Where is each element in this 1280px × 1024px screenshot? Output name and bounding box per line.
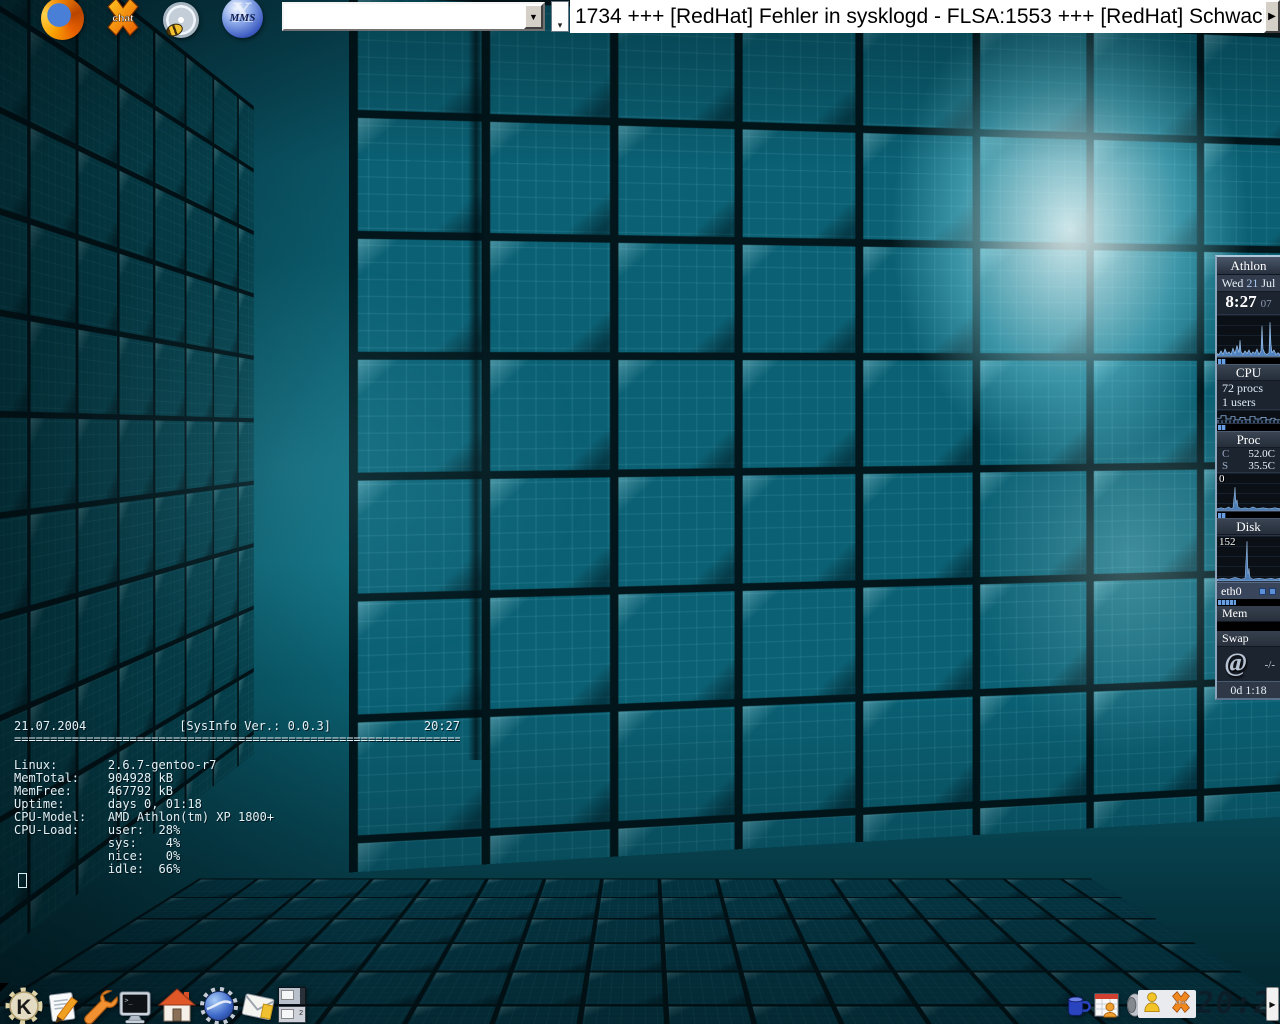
swap-at-logo: @ bbox=[1225, 648, 1247, 678]
sysinfo-overlay: 21.07.2004 [SysInfo Ver.: 0.0.3] 20:27 =… bbox=[14, 720, 460, 876]
temp-sys-value: 35.5C bbox=[1248, 460, 1275, 472]
xchat-label: chat bbox=[112, 14, 134, 25]
proc-label: Proc bbox=[1217, 431, 1280, 448]
proc-chart bbox=[1217, 409, 1280, 424]
gkrellm-monitor: Athlon Wed 21 Jul 8:27 07 CPU 72 procs 1… bbox=[1215, 255, 1280, 700]
procs-count: 72 procs bbox=[1217, 381, 1280, 395]
temp-cpu-value: 52.0C bbox=[1248, 448, 1275, 460]
kmenu-letter: K bbox=[16, 996, 31, 1019]
sysinfo-header: 21.07.2004 [SysInfo Ver.: 0.0.3] 20:27 bbox=[14, 720, 460, 733]
combobox-dropdown-icon[interactable]: ▼ bbox=[524, 4, 543, 29]
gkrellm-clock: 8:27 07 bbox=[1217, 292, 1280, 314]
desktop-pager: 1 2 bbox=[278, 987, 306, 1023]
kmenu-icon[interactable]: K bbox=[4, 986, 44, 1024]
gkrellm-date: Wed 21 Jul bbox=[1217, 275, 1280, 292]
temp-cpu-key: C bbox=[1222, 448, 1229, 460]
xchat-tray-label: chat bbox=[1176, 999, 1187, 1005]
sysinfo-body: Linux: 2.6.7-gentoo-r7 MemTotal: 904928 … bbox=[14, 759, 460, 876]
wallpaper-corner bbox=[468, 0, 484, 760]
pager-window-thumb bbox=[281, 990, 294, 1000]
mem-meter bbox=[1217, 622, 1280, 631]
temp-cpu-row: C 52.0C bbox=[1217, 448, 1280, 460]
xchat-tray-icon[interactable]: chat bbox=[1168, 989, 1194, 1020]
cpu-label: CPU bbox=[1217, 364, 1280, 381]
system-tray: chat bbox=[1138, 990, 1196, 1018]
temp-sys-row: S 35.5C bbox=[1217, 460, 1280, 472]
pager-desktop-1[interactable]: 1 bbox=[278, 987, 306, 1005]
spinner-down-icon[interactable]: ▾ bbox=[558, 20, 563, 31]
date-day: 21 bbox=[1246, 276, 1258, 290]
organizer-tray-icon[interactable] bbox=[1092, 990, 1122, 1020]
eth0-rx-led bbox=[1259, 588, 1266, 595]
swap-panel: @ -/- bbox=[1217, 647, 1280, 681]
pager-desktop-2[interactable]: 2 bbox=[278, 1006, 306, 1024]
mem-label: Mem bbox=[1217, 606, 1280, 622]
url-combobox[interactable]: ▼ bbox=[282, 2, 545, 31]
sysinfo-separator: ========================================… bbox=[14, 733, 460, 746]
konqueror-icon[interactable] bbox=[198, 986, 240, 1024]
date-month: Jul bbox=[1261, 276, 1275, 290]
desktop: chat X MMS ▼ ▾ 1734 +++ [RedHat] Fehler … bbox=[0, 0, 1280, 1024]
pager-1-number: 1 bbox=[299, 991, 303, 998]
eth0-tx-led bbox=[1269, 588, 1276, 595]
eth0-panel: eth0 bbox=[1217, 582, 1280, 599]
swap-label: Swap bbox=[1217, 631, 1280, 647]
xchat-icon[interactable]: chat bbox=[100, 0, 146, 40]
date-dow: Wed bbox=[1222, 276, 1244, 290]
disk-label: Disk bbox=[1217, 518, 1280, 535]
disk-zero-chart: 0 bbox=[1217, 472, 1280, 511]
sysinfo-date: 21.07.2004 bbox=[14, 720, 86, 733]
proc-krell bbox=[1217, 424, 1280, 431]
news-ticker-text: 1734 +++ [RedHat] Fehler in sysklogd - F… bbox=[570, 5, 1264, 29]
pager-window-thumb bbox=[281, 1009, 294, 1019]
home-icon[interactable] bbox=[156, 986, 198, 1024]
cpu-krell bbox=[1217, 358, 1280, 365]
disk-krell bbox=[1217, 512, 1280, 519]
clock-hm: 8:27 bbox=[1225, 292, 1256, 311]
sysinfo-time: 20:27 bbox=[424, 720, 460, 733]
cpu-chart bbox=[1217, 314, 1280, 357]
mem-krell bbox=[1217, 599, 1280, 606]
kmail-icon[interactable] bbox=[238, 988, 280, 1024]
sysinfo-title: [SysInfo Ver.: 0.0.3] bbox=[86, 720, 424, 733]
clock-seconds: 07 bbox=[1261, 298, 1272, 310]
news-ticker[interactable]: 1734 +++ [RedHat] Fehler in sysklogd - F… bbox=[570, 0, 1264, 33]
konsole-prompt: >_ bbox=[125, 996, 133, 1004]
cd-burner-icon[interactable] bbox=[163, 2, 199, 38]
eth0-label: eth0 bbox=[1221, 584, 1242, 599]
swap-rate: -/- bbox=[1265, 659, 1275, 671]
pager-2-number: 2 bbox=[299, 1010, 303, 1017]
wallpaper-back-wall bbox=[349, 0, 1280, 873]
combobox-value[interactable] bbox=[284, 4, 524, 29]
temp-sys-key: S bbox=[1222, 460, 1228, 472]
gkrellm-hostname: Athlon bbox=[1217, 257, 1280, 275]
disk-chart: 152 bbox=[1217, 535, 1280, 582]
xmms-label: MMS bbox=[230, 12, 256, 24]
tools-wrench-icon[interactable] bbox=[78, 986, 118, 1024]
ticker-next-button[interactable]: ▶ bbox=[1264, 0, 1280, 33]
taskbar-clock[interactable]: 20:27 bbox=[1194, 988, 1267, 1020]
panel-edge-button[interactable]: ▶ bbox=[1266, 987, 1279, 1021]
gaim-tray-icon[interactable] bbox=[1140, 989, 1164, 1020]
terminal-cursor bbox=[18, 873, 27, 888]
users-count: 1 users bbox=[1217, 395, 1280, 409]
uptime-display: 0d 1:18 bbox=[1217, 681, 1280, 698]
mug-tray-icon[interactable] bbox=[1064, 992, 1092, 1020]
kwrite-icon[interactable] bbox=[44, 988, 82, 1024]
konsole-icon[interactable]: >_ bbox=[114, 988, 156, 1024]
eth0-leds bbox=[1259, 588, 1276, 595]
ticker-spinner[interactable]: ▾ bbox=[551, 1, 569, 32]
